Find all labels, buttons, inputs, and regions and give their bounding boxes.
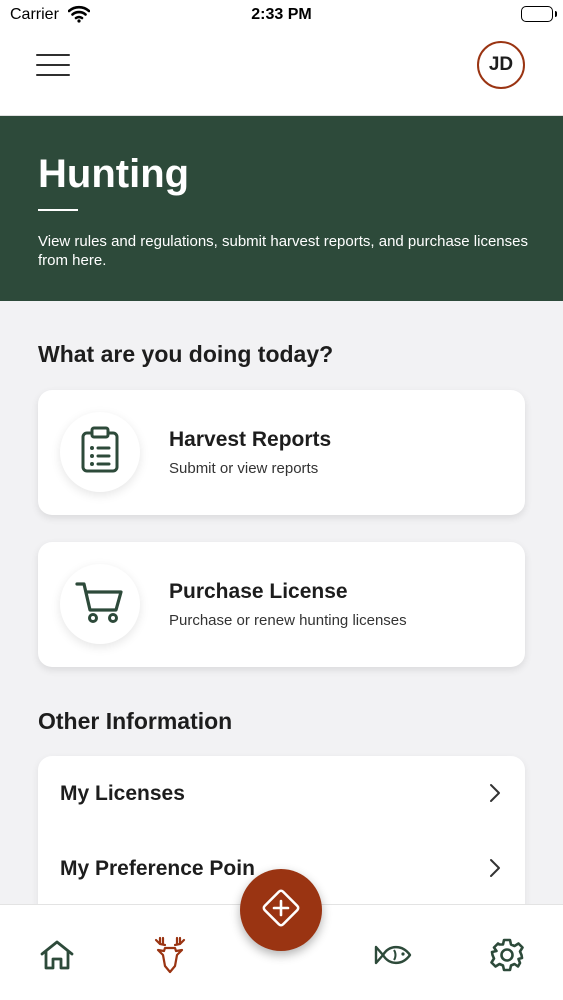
chevron-right-icon — [489, 783, 501, 808]
my-preference-points-label: My Preference Poin — [60, 857, 255, 880]
purchase-license-subtitle: Purchase or renew hunting licenses — [169, 612, 407, 629]
battery-icon — [521, 6, 557, 22]
hero-description: View rules and regulations, submit harve… — [38, 233, 528, 269]
fish-icon[interactable] — [373, 935, 413, 975]
diamond-plus-icon — [259, 886, 303, 935]
actions-section-title: What are you doing today? — [38, 341, 334, 367]
status-time: 2:33 PM — [251, 6, 312, 23]
harvest-reports-subtitle: Submit or view reports — [169, 460, 319, 477]
purchase-license-title: Purchase License — [169, 580, 348, 603]
title-divider — [38, 209, 78, 211]
status-bar: Carrier 2:33 PM — [0, 0, 563, 30]
my-licenses-label: My Licenses — [60, 782, 185, 805]
menu-icon[interactable] — [36, 50, 70, 80]
clipboard-list-icon — [80, 426, 120, 479]
shopping-cart-icon — [75, 580, 125, 629]
gear-icon[interactable] — [487, 935, 527, 975]
app-header: JD — [0, 30, 563, 116]
fab-button[interactable] — [240, 869, 322, 951]
page-title: Hunting — [38, 152, 190, 196]
deer-icon[interactable] — [150, 935, 190, 975]
purchase-license-card[interactable]: Purchase License Purchase or renew hunti… — [38, 542, 525, 667]
home-icon[interactable] — [37, 935, 77, 975]
hero-banner: Hunting View rules and regulations, subm… — [0, 116, 563, 301]
avatar[interactable]: JD — [477, 41, 525, 89]
chevron-right-icon — [489, 858, 501, 883]
purchase-license-icon-circle — [60, 564, 140, 644]
harvest-reports-title: Harvest Reports — [169, 428, 332, 451]
harvest-reports-icon-circle — [60, 412, 140, 492]
harvest-reports-card[interactable]: Harvest Reports Submit or view reports — [38, 390, 525, 515]
list-item-my-licenses[interactable]: My Licenses — [38, 756, 525, 831]
other-info-section-title: Other Information — [38, 708, 233, 734]
